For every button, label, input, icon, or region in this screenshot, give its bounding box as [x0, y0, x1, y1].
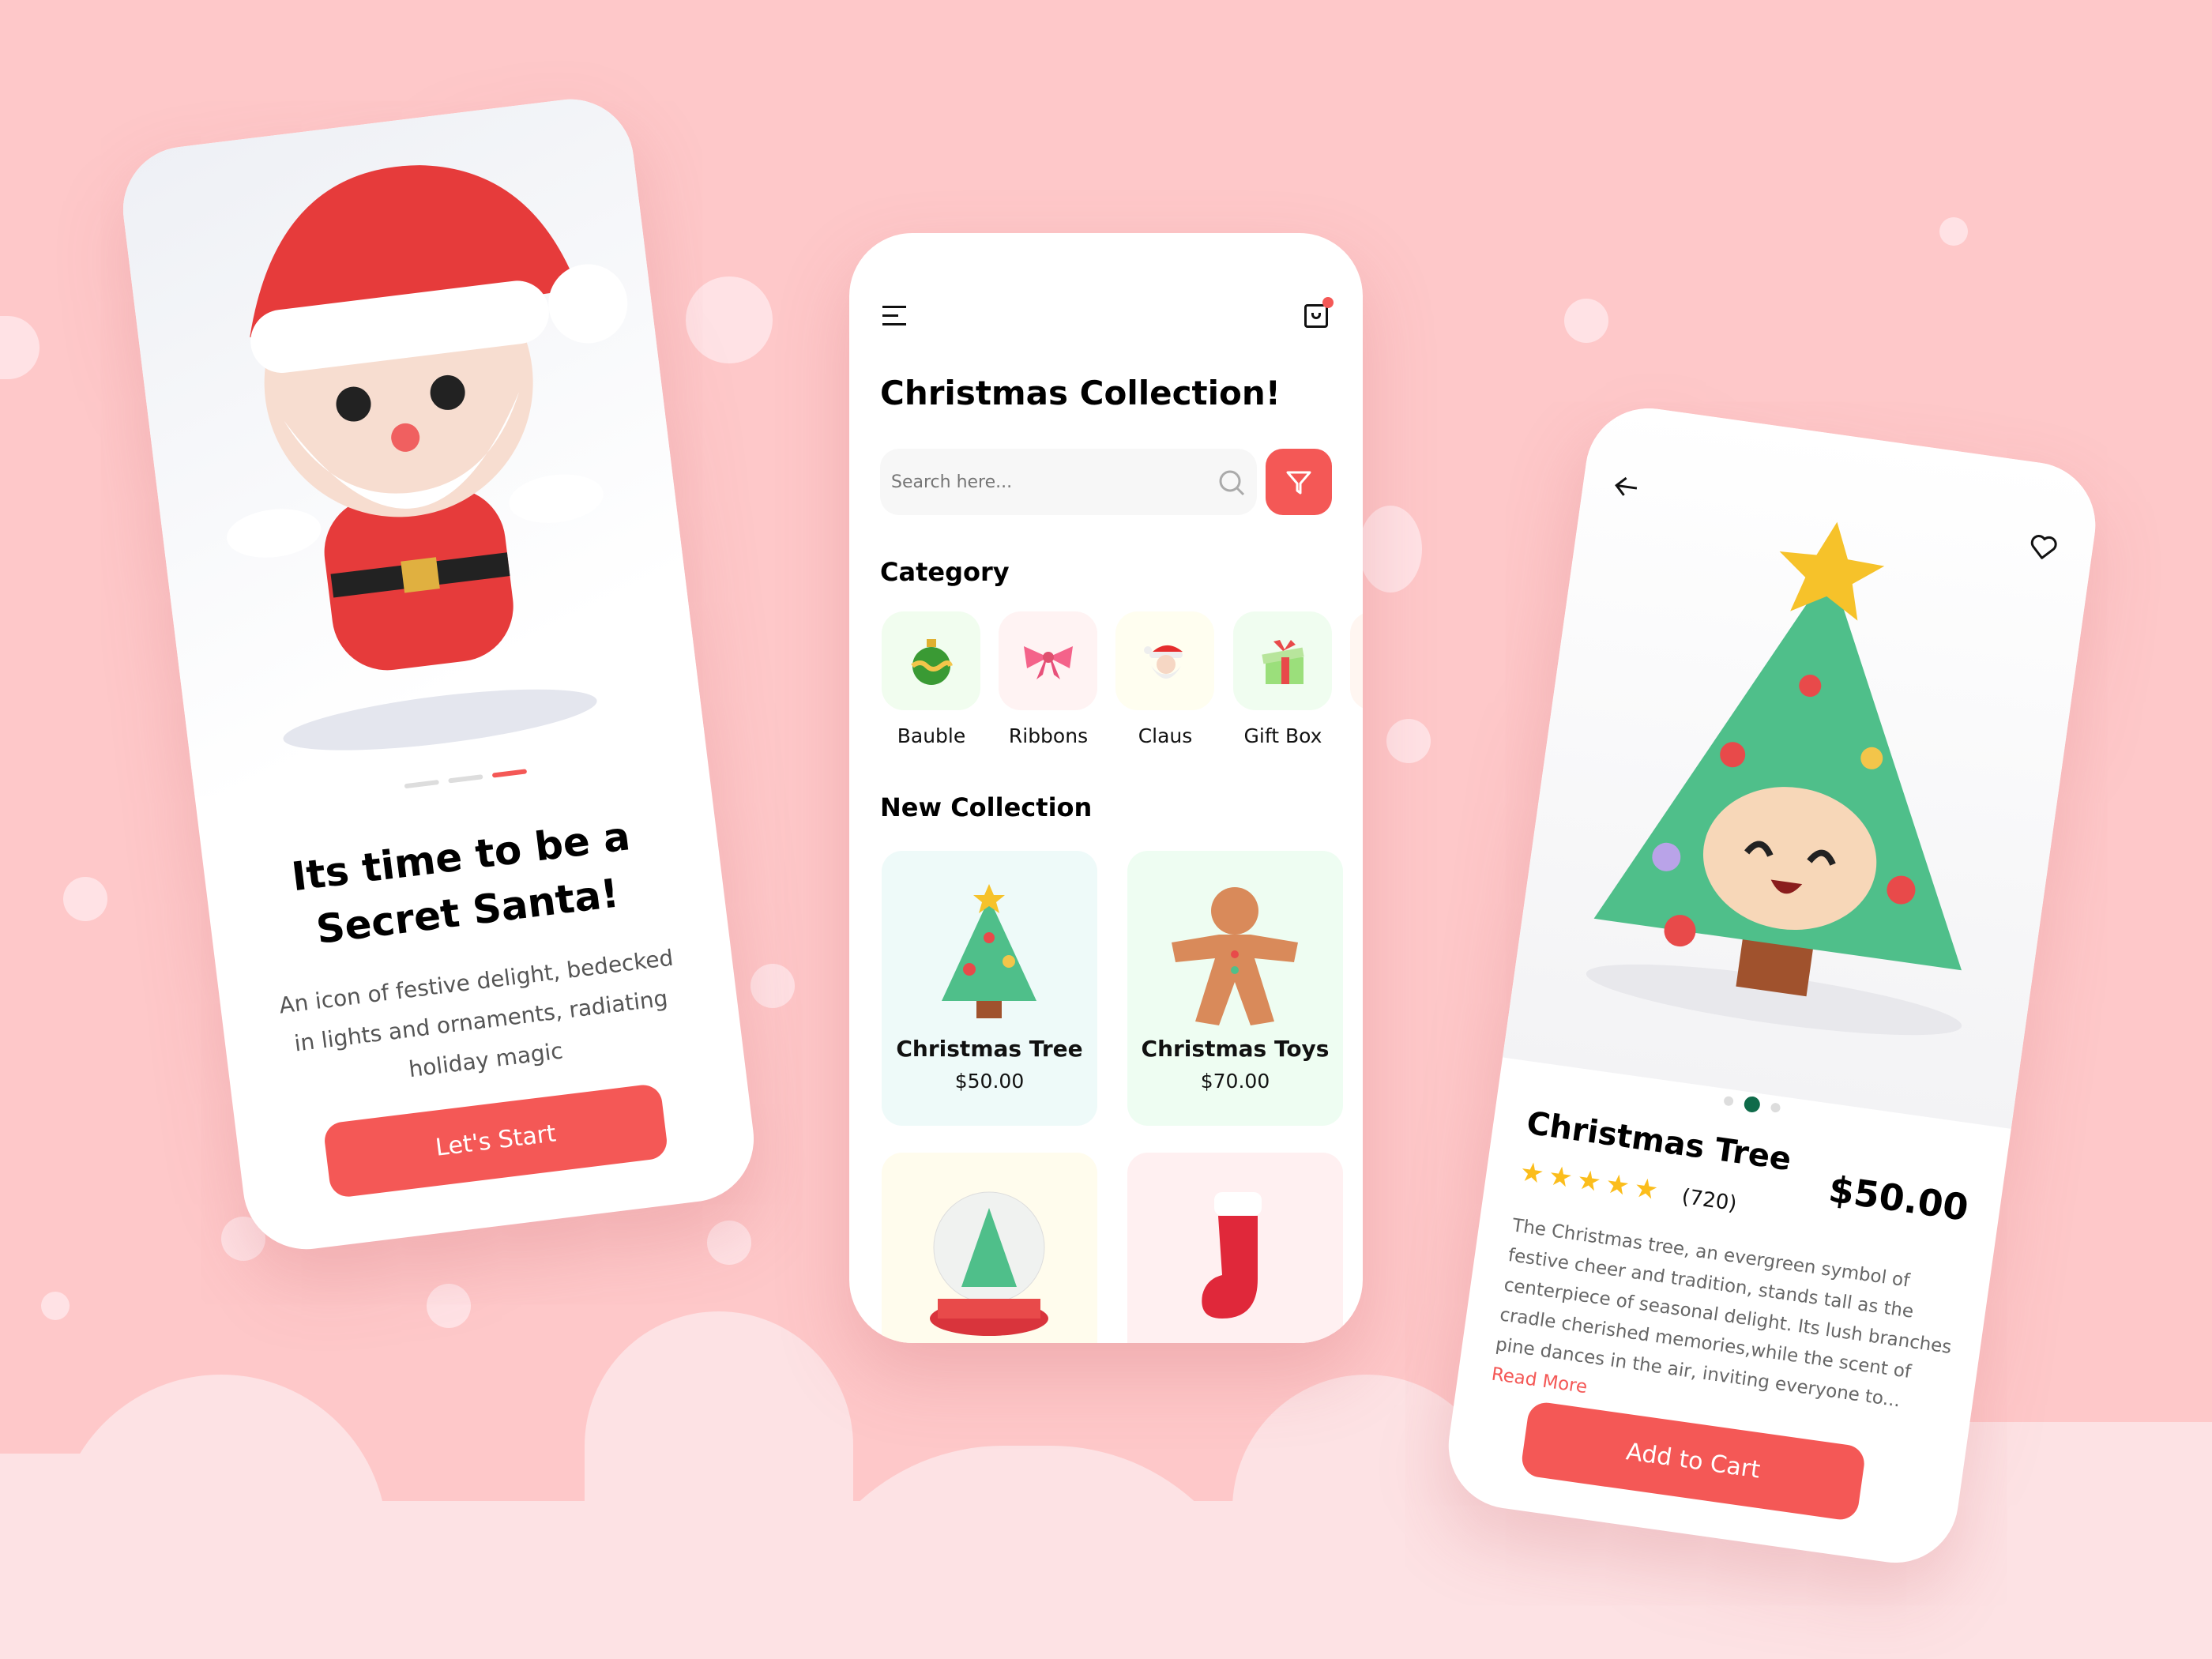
- santa-hero-image: [115, 92, 705, 798]
- star-icon: ★: [1631, 1172, 1665, 1208]
- review-count: (720): [1680, 1184, 1739, 1217]
- bubble: [1386, 719, 1431, 763]
- search-bar: [880, 449, 1257, 515]
- product-price: $70.00: [1200, 1070, 1270, 1093]
- product-price: $50.00: [1826, 1167, 1971, 1230]
- read-more-link[interactable]: Read More: [1490, 1364, 1589, 1398]
- product-card-christmas-toys[interactable]: Christmas Toys $70.00: [1127, 851, 1343, 1126]
- pager-dot[interactable]: [448, 774, 483, 784]
- christmas-tree-image: [942, 884, 1036, 1018]
- image-pager-dots: [1723, 1093, 1781, 1116]
- bubble: [1359, 506, 1422, 592]
- search-input[interactable]: [891, 449, 1191, 515]
- bubble: [750, 964, 795, 1008]
- menu-icon[interactable]: [882, 306, 906, 326]
- santa-face-icon: [1143, 645, 1183, 679]
- pager-dot[interactable]: [1723, 1096, 1734, 1107]
- gingerbread-man-image: [1172, 887, 1298, 1025]
- filter-icon: [1286, 471, 1311, 495]
- pager-dot-active[interactable]: [491, 769, 528, 778]
- product-name: Christmas Tree: [896, 1036, 1083, 1062]
- category-tile-partial[interactable]: [1350, 611, 1363, 710]
- category-tile[interactable]: [882, 611, 980, 710]
- pager-dot[interactable]: [404, 779, 439, 789]
- page-title: Christmas Collection!: [880, 374, 1281, 412]
- star-icon: ★: [1603, 1168, 1637, 1204]
- gift-box-icon: [1261, 639, 1304, 684]
- pager-dot-active[interactable]: [1743, 1095, 1762, 1114]
- ribbon-icon: [1023, 645, 1073, 679]
- category-label: Bauble: [897, 724, 966, 747]
- pager-dot[interactable]: [1770, 1102, 1781, 1113]
- onboarding-screen: Its time to be a Secret Santa! An icon o…: [115, 92, 762, 1257]
- star-icon: ★: [1546, 1160, 1580, 1195]
- home-screen: Christmas Collection! Category Bauble Ri…: [849, 233, 1363, 1343]
- onboarding-description: An icon of festive delight, bedecked in …: [277, 944, 675, 1083]
- product-card-stocking[interactable]: [1127, 1153, 1343, 1343]
- back-arrow-icon[interactable]: [1612, 473, 1642, 500]
- category-heading: Category: [880, 557, 1010, 587]
- category-tile[interactable]: [999, 611, 1097, 710]
- cart-badge: [1322, 297, 1334, 308]
- category-label: Claus: [1138, 724, 1193, 747]
- bubble: [1564, 299, 1608, 343]
- stocking-image: [1202, 1192, 1262, 1319]
- star-icon: ★: [1518, 1156, 1552, 1191]
- bubble: [1939, 217, 1968, 246]
- bubble: [686, 276, 773, 363]
- filter-button[interactable]: [1266, 449, 1332, 515]
- bubble: [0, 316, 40, 379]
- category-tile[interactable]: [1233, 611, 1332, 710]
- search-icon[interactable]: [1218, 469, 1245, 496]
- pager-dots: [404, 769, 528, 789]
- bauble-icon: [910, 638, 953, 685]
- product-card-snow-globe[interactable]: [882, 1153, 1097, 1343]
- star-icon: ★: [1574, 1164, 1608, 1199]
- category-tile[interactable]: [1115, 611, 1214, 710]
- cart-icon[interactable]: [1304, 297, 1334, 328]
- product-image: [1503, 400, 2104, 1129]
- product-name: Christmas Toys: [1141, 1036, 1330, 1062]
- new-collection-heading: New Collection: [880, 792, 1093, 822]
- product-detail-screen: Christmas Tree $50.00 ★★★★★ (720) The Ch…: [1440, 400, 2104, 1571]
- product-card-christmas-tree[interactable]: Christmas Tree $50.00: [882, 851, 1097, 1126]
- bubble: [707, 1221, 751, 1265]
- product-price: $50.00: [954, 1070, 1025, 1093]
- snow-globe-image: [930, 1191, 1048, 1336]
- bubble: [63, 877, 107, 921]
- category-label: Ribbons: [1008, 724, 1089, 747]
- lets-start-button[interactable]: Let's Start: [322, 1082, 669, 1199]
- heart-icon[interactable]: [2027, 533, 2059, 562]
- bubble: [427, 1284, 471, 1328]
- category-label: Gift Box: [1243, 724, 1322, 747]
- bubble: [41, 1292, 70, 1320]
